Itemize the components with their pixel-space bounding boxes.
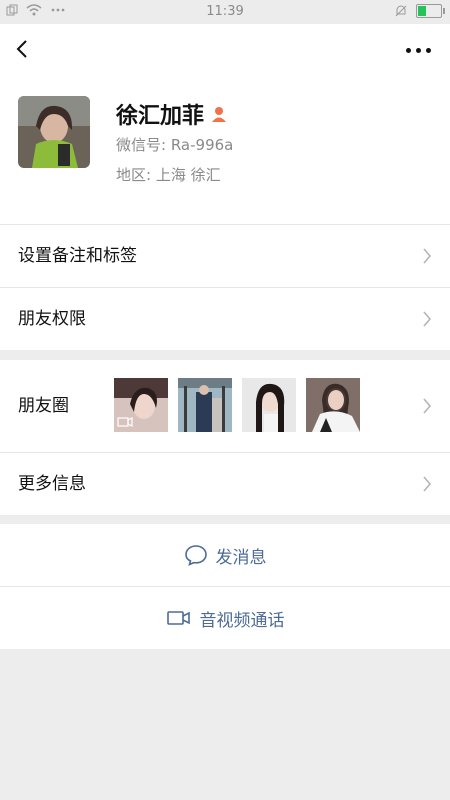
chevron-right-icon bbox=[423, 248, 432, 264]
remarks-tags-row[interactable]: 设置备注和标签 bbox=[0, 224, 450, 287]
chevron-right-icon bbox=[423, 311, 432, 327]
back-icon[interactable] bbox=[12, 38, 34, 60]
battery-fill bbox=[418, 6, 427, 16]
moments-row[interactable]: 朋友圈 bbox=[0, 360, 450, 452]
video-call-button[interactable]: 音视频通话 bbox=[0, 586, 450, 649]
video-camera-icon bbox=[166, 611, 190, 625]
actions-group: 发消息 音视频通话 bbox=[0, 524, 450, 649]
status-time: 11:39 bbox=[206, 4, 244, 19]
moments-thumbnail bbox=[178, 378, 232, 432]
name-row: 徐汇加菲 bbox=[116, 98, 228, 130]
chevron-right-icon bbox=[423, 476, 432, 492]
send-message-button[interactable]: 发消息 bbox=[0, 524, 450, 586]
moments-thumbnail bbox=[242, 378, 296, 432]
more-info-label: 更多信息 bbox=[18, 474, 86, 494]
chevron-right-icon bbox=[423, 398, 432, 414]
friend-permissions-row[interactable]: 朋友权限 bbox=[0, 287, 450, 350]
bell-muted-icon bbox=[395, 5, 407, 17]
status-right-icons bbox=[394, 4, 445, 18]
region: 地区: 上海 徐汇 bbox=[116, 166, 221, 184]
settings-group: 设置备注和标签 朋友权限 bbox=[0, 224, 450, 350]
remarks-tags-label: 设置备注和标签 bbox=[18, 246, 137, 266]
more-icon[interactable] bbox=[406, 42, 432, 58]
top-bar bbox=[0, 24, 450, 76]
wechat-id: 微信号: Ra-996a bbox=[116, 136, 234, 154]
moments-thumbnails bbox=[114, 378, 360, 432]
chat-bubble-icon bbox=[184, 545, 207, 566]
more-info-row[interactable]: 更多信息 bbox=[0, 452, 450, 515]
moments-thumbnail bbox=[114, 378, 168, 432]
moments-thumbnail bbox=[306, 378, 360, 432]
send-message-label: 发消息 bbox=[215, 547, 267, 568]
status-bar: 11:39 bbox=[0, 0, 450, 24]
battery-icon bbox=[416, 4, 445, 18]
moments-group: 朋友圈 更多信息 bbox=[0, 360, 450, 515]
video-call-label: 音视频通话 bbox=[199, 610, 285, 631]
profile-card: 徐汇加菲 微信号: Ra-996a 地区: 上海 徐汇 bbox=[0, 76, 450, 224]
avatar[interactable] bbox=[18, 96, 90, 168]
profile-name: 徐汇加菲 bbox=[116, 104, 205, 129]
moments-label: 朋友圈 bbox=[18, 396, 69, 416]
person-icon bbox=[212, 107, 227, 122]
friend-permissions-label: 朋友权限 bbox=[18, 309, 86, 329]
